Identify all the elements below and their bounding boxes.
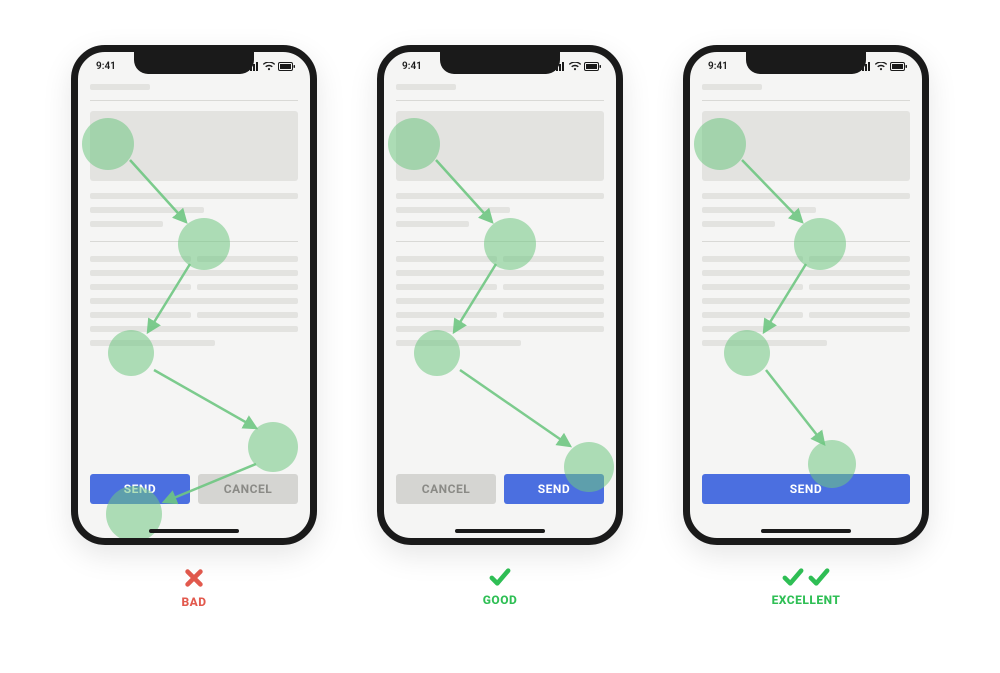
battery-icon [890, 62, 908, 71]
placeholder-row [396, 256, 604, 262]
status-right-cluster [553, 62, 602, 71]
placeholder-hero [702, 111, 910, 181]
placeholder-line [90, 270, 298, 276]
placeholder-row [396, 284, 604, 290]
cancel-label: CANCEL [422, 482, 470, 496]
phone-mockup-excellent: 9:41 [683, 45, 929, 545]
button-row: SEND [702, 474, 910, 504]
phone-mockup-bad: 9:41 [71, 45, 317, 545]
wifi-icon [263, 62, 275, 71]
battery-icon [584, 62, 602, 71]
phone-notch [134, 52, 254, 74]
send-button[interactable]: SEND [702, 474, 910, 504]
placeholder-line [396, 193, 604, 199]
home-indicator [455, 529, 545, 533]
placeholder-line [90, 221, 163, 227]
placeholder-row [90, 284, 298, 290]
example-bad: 9:41 [71, 45, 317, 609]
caption-good: GOOD [483, 567, 518, 607]
cross-icon [183, 567, 205, 589]
wifi-icon [875, 62, 887, 71]
status-time: 9:41 [96, 61, 116, 72]
send-label: SEND [538, 482, 570, 496]
check-icon [808, 567, 830, 587]
placeholder-row [90, 256, 298, 262]
phone-notch [746, 52, 866, 74]
divider [702, 100, 910, 101]
placeholder-line [702, 326, 910, 332]
send-label: SEND [790, 482, 822, 496]
caption-label: GOOD [483, 593, 518, 607]
placeholder-line [702, 340, 827, 346]
phone-mockup-good: 9:41 [377, 45, 623, 545]
placeholder-row [702, 312, 910, 318]
check-icon [489, 567, 511, 587]
cancel-button[interactable]: CANCEL [198, 474, 298, 504]
phone-content: CANCEL SEND [396, 84, 604, 520]
cancel-button[interactable]: CANCEL [396, 474, 496, 504]
send-button[interactable]: SEND [504, 474, 604, 504]
divider [396, 100, 604, 101]
home-indicator [761, 529, 851, 533]
wifi-icon [569, 62, 581, 71]
placeholder-line [396, 340, 521, 346]
placeholder-line [90, 298, 298, 304]
placeholder-hero [90, 111, 298, 181]
placeholder-title [90, 84, 150, 90]
cancel-label: CANCEL [224, 482, 272, 496]
placeholder-line [396, 270, 604, 276]
placeholder-hero [396, 111, 604, 181]
phone-content: SEND CANCEL [90, 84, 298, 520]
placeholder-line [396, 326, 604, 332]
phone-content: SEND [702, 84, 910, 520]
check-icon [782, 567, 804, 587]
button-row: CANCEL SEND [396, 474, 604, 504]
divider [90, 100, 298, 101]
button-row: SEND CANCEL [90, 474, 298, 504]
send-button[interactable]: SEND [90, 474, 190, 504]
placeholder-line [702, 221, 775, 227]
example-good: 9:41 [377, 45, 623, 607]
placeholder-title [702, 84, 762, 90]
placeholder-line [90, 207, 204, 213]
status-time: 9:41 [402, 61, 422, 72]
placeholder-row [702, 256, 910, 262]
placeholder-line [702, 298, 910, 304]
example-excellent: 9:41 [683, 45, 929, 607]
status-right-cluster [859, 62, 908, 71]
status-time: 9:41 [708, 61, 728, 72]
placeholder-line [396, 207, 510, 213]
send-label: SEND [124, 482, 156, 496]
caption-label: EXCELLENT [772, 593, 841, 607]
divider [90, 241, 298, 242]
placeholder-line [90, 340, 215, 346]
placeholder-line [396, 221, 469, 227]
placeholder-line [702, 270, 910, 276]
battery-icon [278, 62, 296, 71]
placeholder-line [90, 193, 298, 199]
placeholder-line [702, 193, 910, 199]
divider [702, 241, 910, 242]
phone-notch [440, 52, 560, 74]
placeholder-line [90, 326, 298, 332]
placeholder-title [396, 84, 456, 90]
placeholder-row [702, 284, 910, 290]
divider [396, 241, 604, 242]
caption-excellent: EXCELLENT [772, 567, 841, 607]
home-indicator [149, 529, 239, 533]
caption-bad: BAD [181, 567, 206, 609]
placeholder-row [396, 312, 604, 318]
placeholder-line [702, 207, 816, 213]
status-right-cluster [247, 62, 296, 71]
caption-label: BAD [181, 595, 206, 609]
placeholder-row [90, 312, 298, 318]
placeholder-line [396, 298, 604, 304]
